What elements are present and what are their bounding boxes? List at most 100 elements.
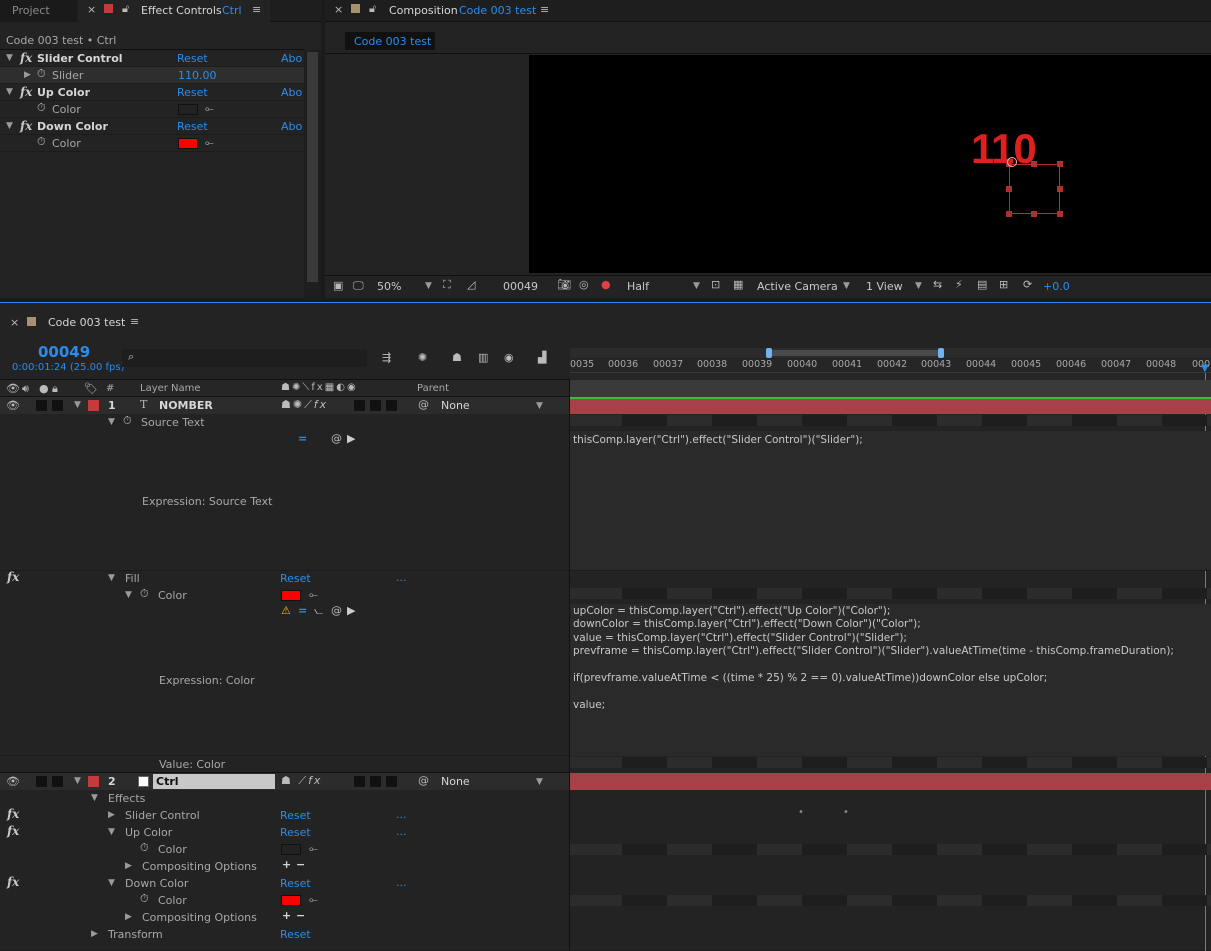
exposure-value[interactable]: +0.0 — [1043, 280, 1070, 293]
comp-timecode[interactable]: 00049 — [503, 280, 538, 293]
motion-blur-icon[interactable]: ◉ — [504, 351, 514, 364]
pickwhip-icon[interactable]: @ — [418, 398, 429, 411]
fx-icon[interactable]: fx — [7, 570, 19, 584]
reset-exposure-icon[interactable]: ⟳ — [1023, 278, 1032, 291]
pickwhip-icon[interactable]: @ — [331, 432, 342, 445]
mask-icon[interactable]: ◿ — [467, 278, 475, 291]
scrollbar[interactable] — [304, 50, 321, 298]
reset-link[interactable]: Reset — [280, 826, 311, 839]
layer-switches[interactable]: ☗ ⟋fx — [281, 774, 322, 788]
color-swatch[interactable] — [178, 104, 198, 115]
stopwatch-icon[interactable]: ⏱︎ — [123, 414, 132, 428]
panel-menu-icon[interactable]: ≡ — [252, 3, 261, 16]
solo-icon[interactable]: ● — [39, 382, 49, 395]
disclosure-triangle-icon[interactable]: ▼ — [74, 776, 81, 786]
about-link[interactable]: Abo — [281, 120, 302, 133]
toggle-pixel-aspect-icon[interactable]: ⇆ — [933, 278, 942, 291]
pickwhip-icon[interactable]: @ — [331, 604, 342, 617]
reset-link[interactable]: Reset — [177, 86, 208, 99]
effect-down-color[interactable]: ▼ fx Down Color Reset Abo — [0, 118, 304, 135]
lock-icon[interactable]: 🔒︎ — [52, 382, 58, 396]
property-up-color-row[interactable]: ⏱︎ Color ⟜ — [0, 841, 570, 858]
disclosure-triangle-icon[interactable]: ▼ — [91, 793, 98, 803]
eye-icon[interactable]: 👁︎ — [6, 399, 20, 412]
fit-icon[interactable]: ⛶ — [443, 278, 451, 292]
fx-icon[interactable]: fx — [20, 85, 32, 99]
tab-project[interactable]: Project — [0, 0, 77, 22]
reset-link[interactable]: Reset — [280, 572, 311, 585]
fx-icon[interactable]: fx — [7, 875, 19, 889]
expression-editor-source-text[interactable] — [570, 431, 1211, 571]
layer-bounding-box[interactable] — [1009, 164, 1060, 214]
disclosure-triangle-icon[interactable]: ▼ — [108, 827, 115, 837]
color-swatch[interactable] — [178, 138, 198, 149]
property-source-text[interactable]: ▼ ⏱︎ Source Text — [0, 414, 570, 431]
disclosure-triangle-icon[interactable]: ▼ — [6, 87, 13, 97]
fx-icon[interactable]: fx — [7, 807, 19, 821]
fx-icon[interactable]: fx — [20, 51, 32, 65]
tab-timeline-label[interactable]: Code 003 test — [48, 316, 125, 329]
stopwatch-icon[interactable]: ⏱︎ — [37, 101, 46, 115]
property-down-color-row[interactable]: ⏱︎ Color ⟜ — [0, 892, 570, 909]
more-link[interactable]: ... — [396, 876, 407, 889]
graph-editor-icon[interactable]: ▟ — [538, 351, 546, 364]
disclosure-triangle-icon[interactable]: ▼ — [6, 121, 13, 131]
comp-mini-flowchart-icon[interactable]: ⇶ — [382, 351, 391, 364]
eyedropper-icon[interactable]: ⟜ — [309, 893, 318, 907]
disclosure-triangle-icon[interactable]: ▼ — [125, 590, 132, 600]
more-link[interactable]: ... — [396, 808, 407, 821]
about-link[interactable]: Abo — [281, 86, 302, 99]
expression-language-menu-icon[interactable]: ▶ — [347, 604, 355, 617]
effect-up-color[interactable]: ▼ fx Up Color Reset Abo — [0, 84, 304, 101]
chevron-down-icon[interactable]: ▼ — [425, 281, 432, 291]
reset-link[interactable]: Reset — [280, 809, 311, 822]
draft-3d-icon[interactable]: ✺ — [418, 351, 427, 364]
work-area-start-handle[interactable] — [766, 348, 772, 358]
plus-icon[interactable]: + — [282, 909, 291, 922]
resolution-dropdown[interactable]: Half — [627, 280, 649, 293]
fx-icon[interactable]: fx — [20, 119, 32, 133]
layer-bar-1[interactable] — [570, 397, 1211, 414]
expression-enable-icon[interactable]: = — [298, 432, 307, 445]
search-input[interactable]: ⌕ — [122, 349, 367, 367]
col-layer-name-header[interactable]: Layer Name — [140, 383, 201, 394]
view-layout-dropdown[interactable]: 1 View — [866, 280, 903, 293]
disclosure-triangle-icon[interactable]: ▶ — [24, 70, 31, 80]
property-up-color[interactable]: ⏱︎ Color ⟜ — [0, 101, 304, 118]
frame-blending-icon[interactable]: ▥ — [478, 351, 488, 364]
chevron-down-icon[interactable]: ▼ — [693, 281, 700, 291]
effects-group[interactable]: ▼ Effects — [0, 790, 570, 807]
disclosure-triangle-icon[interactable]: ▶ — [108, 810, 115, 820]
effect-fill[interactable]: fx ▼ Fill Reset ... — [0, 570, 570, 587]
panel-menu-icon[interactable]: ≡ — [540, 3, 549, 16]
label-color-swatch[interactable] — [88, 776, 99, 787]
region-of-interest-icon[interactable]: ⊡ — [711, 278, 720, 291]
expression-language-menu-icon[interactable]: ▶ — [347, 432, 355, 445]
effect-slider-control-row[interactable]: fx ▶ Slider Control Reset ... — [0, 807, 570, 824]
disclosure-triangle-icon[interactable]: ▶ — [125, 861, 132, 871]
slider-value[interactable]: 110.00 — [178, 69, 217, 82]
disclosure-triangle-icon[interactable]: ▶ — [91, 929, 98, 939]
speaker-icon[interactable]: 🔊︎ — [22, 382, 29, 396]
eye-icon[interactable]: 👁︎ — [6, 382, 20, 395]
audio-toggle[interactable] — [36, 776, 47, 787]
always-preview-icon[interactable]: ▣ — [333, 279, 343, 292]
composition-viewer[interactable]: 110 — [529, 55, 1211, 273]
effect-up-color-row[interactable]: fx ▼ Up Color Reset ... — [0, 824, 570, 841]
monitor-icon[interactable]: 🖵︎ — [353, 279, 364, 293]
disclosure-triangle-icon[interactable]: ▼ — [108, 573, 115, 583]
disclosure-triangle-icon[interactable]: ▼ — [108, 878, 115, 888]
work-area-bar[interactable] — [570, 348, 1211, 358]
chevron-down-icon[interactable]: ▼ — [536, 401, 543, 411]
about-link[interactable]: Abo — [281, 52, 302, 65]
disclosure-triangle-icon[interactable]: ▼ — [108, 417, 115, 427]
reset-link[interactable]: Reset — [177, 52, 208, 65]
property-slider[interactable]: ▶ ⏱︎ Slider 110.00 — [0, 67, 304, 84]
expression-code-source-text[interactable]: thisComp.layer("Ctrl").effect("Slider Co… — [573, 434, 863, 447]
disclosure-triangle-icon[interactable]: ▶ — [125, 912, 132, 922]
pickwhip-icon[interactable]: @ — [418, 774, 429, 787]
parent-dropdown[interactable]: None — [441, 775, 470, 788]
layer-name-selected[interactable]: Ctrl — [153, 774, 275, 789]
show-snapshot-icon[interactable]: ◎ — [579, 278, 589, 291]
color-swatch[interactable] — [281, 590, 301, 601]
